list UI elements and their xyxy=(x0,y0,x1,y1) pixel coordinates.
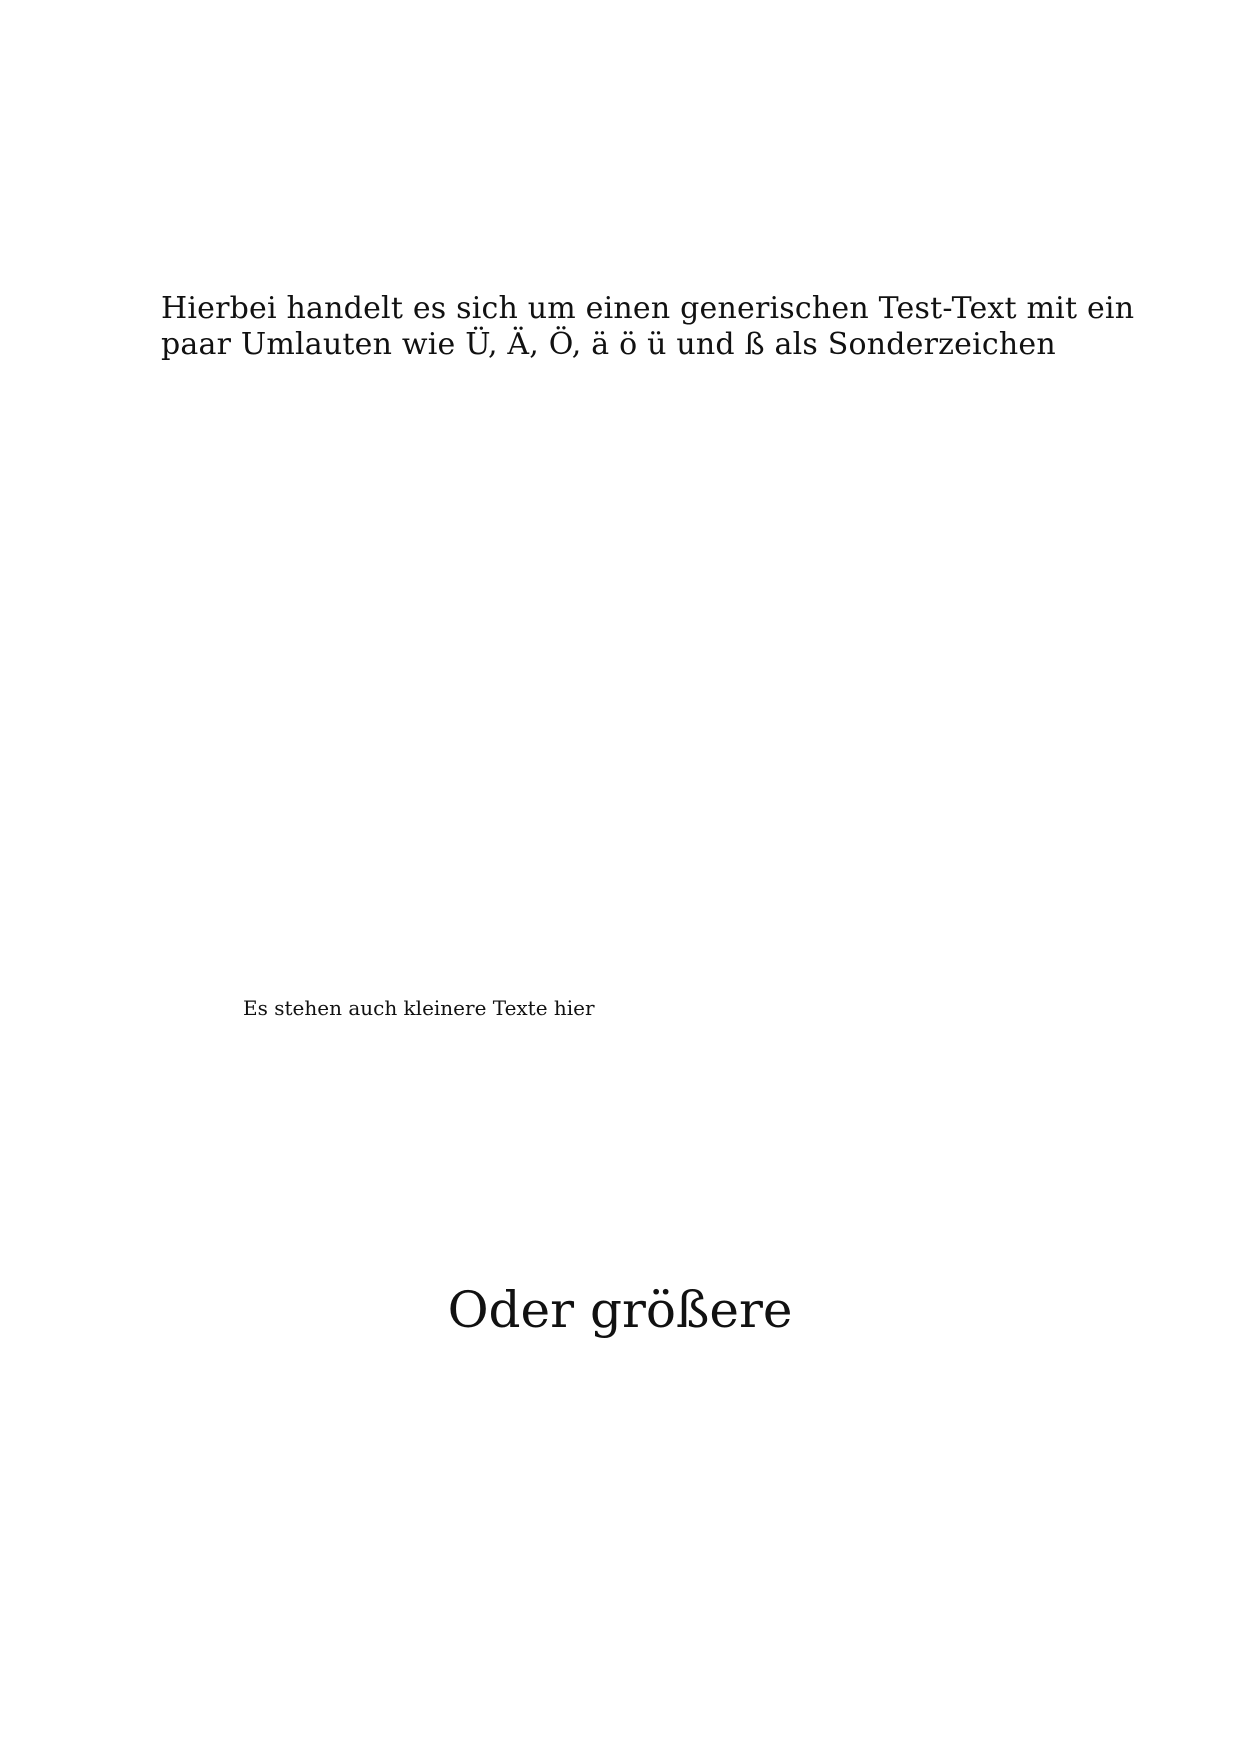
large-text: Oder größere xyxy=(447,1281,793,1339)
body-paragraph: Hierbei handelt es sich um einen generis… xyxy=(161,291,1161,363)
paragraph-line: paar Umlauten wie Ü, Ä, Ö, ä ö ü und ß a… xyxy=(161,327,1056,362)
paragraph-line: Hierbei handelt es sich um einen generis… xyxy=(161,291,1135,326)
document-page: Hierbei handelt es sich um einen generis… xyxy=(0,0,1240,1754)
small-text: Es stehen auch kleinere Texte hier xyxy=(243,996,595,1020)
